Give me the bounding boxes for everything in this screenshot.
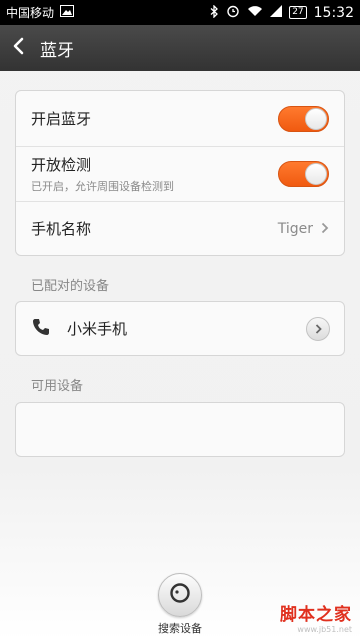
visibility-label: 开放检测	[31, 156, 92, 174]
image-icon	[60, 5, 75, 20]
watermark: 脚本之家 www.jb51.net	[280, 600, 352, 634]
bluetooth-toggle[interactable]	[278, 105, 329, 132]
toggle-knob	[305, 163, 327, 185]
back-button[interactable]	[0, 25, 36, 71]
available-section-title: 可用设备	[31, 379, 84, 394]
visibility-toggle[interactable]	[278, 161, 329, 187]
paired-devices-card: 小米手机	[15, 301, 345, 356]
search-devices-button[interactable]	[158, 573, 202, 617]
title-bar: 蓝牙	[0, 25, 360, 71]
phone-name-row[interactable]: 手机名称 Tiger	[16, 201, 344, 255]
wifi-icon	[247, 5, 263, 20]
phone-name-value: Tiger	[277, 220, 313, 237]
chevron-right-icon	[321, 219, 329, 238]
signal-icon	[270, 5, 283, 20]
search-devices-label: 搜索设备	[158, 622, 202, 635]
visibility-toggle-row[interactable]: 开放检测 已开启，允许周围设备检测到	[16, 146, 344, 201]
paired-section-title: 已配对的设备	[31, 279, 110, 294]
battery-indicator: 27	[289, 6, 307, 19]
carrier-label: 中国移动	[6, 6, 55, 20]
available-devices-card	[15, 402, 345, 457]
phone-icon	[31, 317, 53, 341]
paired-device-row[interactable]: 小米手机	[16, 302, 344, 355]
time-label: 15:32	[313, 4, 354, 21]
toggle-knob	[305, 107, 327, 130]
chevron-left-icon	[12, 37, 24, 59]
phone-name-label: 手机名称	[31, 220, 92, 238]
device-detail-button[interactable]	[306, 316, 330, 341]
bluetooth-icon	[210, 3, 219, 21]
status-bar: 中国移动 27 15:32	[0, 0, 360, 25]
watermark-title: 脚本之家	[280, 605, 352, 625]
bluetooth-toggle-row[interactable]: 开启蓝牙	[16, 91, 344, 146]
bluetooth-settings-card: 开启蓝牙 开放检测 已开启，允许周围设备检测到 手机名称 Tiger	[15, 90, 345, 256]
paired-device-name: 小米手机	[67, 320, 128, 338]
bluetooth-label: 开启蓝牙	[31, 110, 92, 128]
visibility-sublabel: 已开启，允许周围设备检测到	[31, 180, 174, 193]
search-devices[interactable]: 搜索设备	[150, 573, 210, 636]
watermark-url: www.jb51.net	[297, 625, 352, 634]
chevron-right-icon	[315, 319, 322, 338]
page-title: 蓝牙	[40, 40, 74, 61]
search-icon	[169, 582, 191, 608]
alarm-icon	[226, 4, 240, 21]
